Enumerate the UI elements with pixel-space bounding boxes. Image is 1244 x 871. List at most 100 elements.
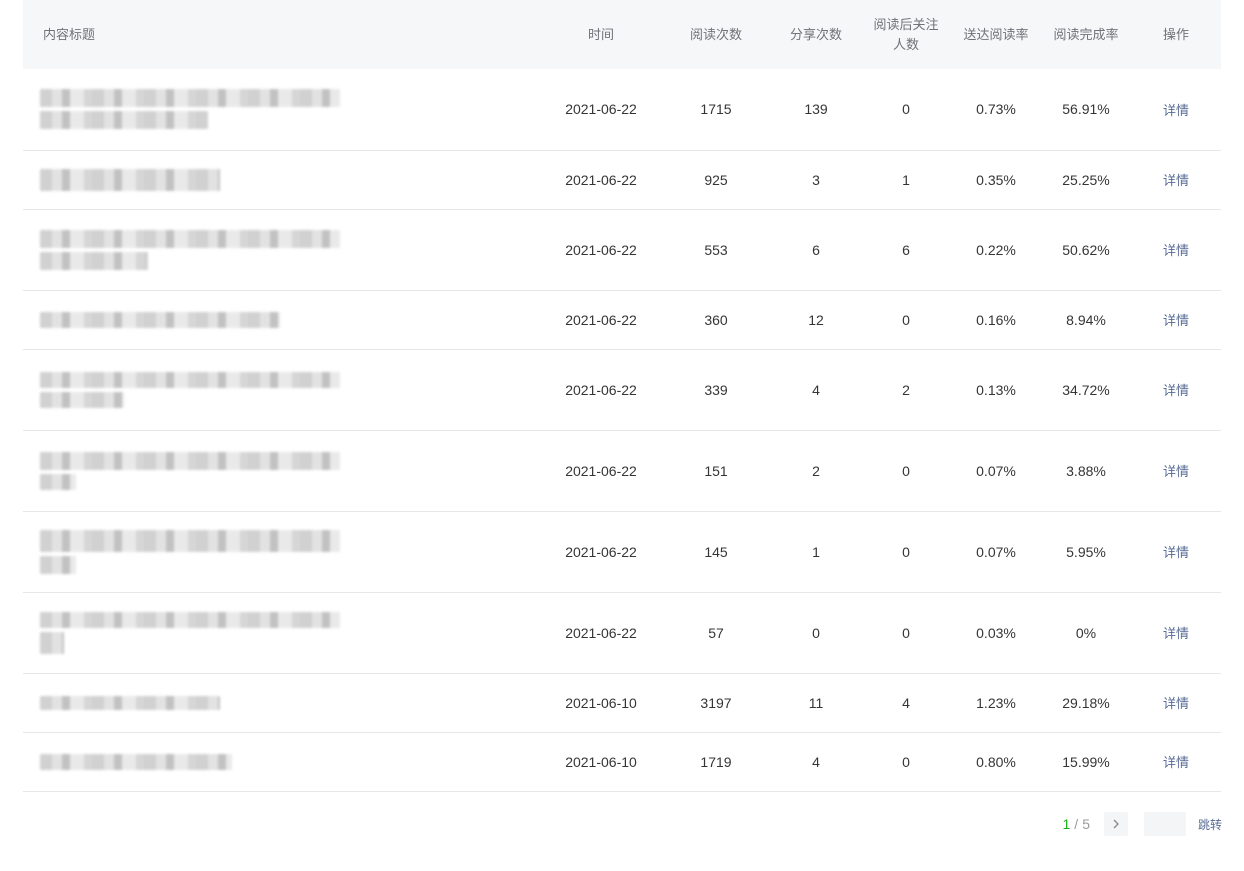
blurred-title-cell <box>23 209 541 291</box>
cell-action: 详情 <box>1131 349 1221 431</box>
blurred-title <box>40 611 541 654</box>
blurred-title-cell <box>23 511 541 593</box>
table-row: 2021-06-22 145 1 0 0.07% 5.95% 详情 <box>23 511 1221 593</box>
table-row: 2021-06-22 925 3 1 0.35% 25.25% 详情 <box>23 150 1221 210</box>
blurred-title <box>40 311 541 328</box>
cell-shares: 1 <box>771 511 861 593</box>
detail-link[interactable]: 详情 <box>1163 313 1189 328</box>
header-follows-line1: 阅读后关注 <box>873 16 939 32</box>
blurred-title <box>40 229 541 270</box>
cell-action: 详情 <box>1131 430 1221 512</box>
pagination: 1 / 5 跳转 <box>1063 812 1222 836</box>
table-row: 2021-06-22 339 4 2 0.13% 34.72% 详情 <box>23 349 1221 431</box>
cell-action: 详情 <box>1131 209 1221 291</box>
blurred-title-cell <box>23 69 541 151</box>
blurred-title-line <box>40 451 340 470</box>
blurred-title-cell <box>23 290 541 350</box>
cell-completion-rate: 15.99% <box>1041 732 1131 792</box>
cell-reads: 925 <box>661 150 771 210</box>
page-separator: / <box>1074 816 1079 832</box>
cell-action: 详情 <box>1131 673 1221 733</box>
cell-delivery-rate: 0.73% <box>951 69 1041 151</box>
cell-date: 2021-06-10 <box>541 732 661 792</box>
article-stats-table: 内容标题 时间 阅读次数 分享次数 阅读后关注 人数 送达阅读率 阅读完成率 操… <box>23 0 1221 792</box>
blurred-title-cell <box>23 673 541 733</box>
cell-shares: 4 <box>771 349 861 431</box>
blurred-title <box>40 695 541 710</box>
cell-delivery-rate: 1.23% <box>951 673 1041 733</box>
blurred-title-line <box>40 391 124 408</box>
detail-link[interactable]: 详情 <box>1163 696 1189 711</box>
cell-date: 2021-06-22 <box>541 290 661 350</box>
detail-link[interactable]: 详情 <box>1163 755 1189 770</box>
cell-action: 详情 <box>1131 732 1221 792</box>
blurred-title-cell <box>23 150 541 210</box>
cell-follows: 0 <box>861 69 951 151</box>
blurred-title <box>40 451 541 490</box>
table-row: 2021-06-22 360 12 0 0.16% 8.94% 详情 <box>23 290 1221 350</box>
blurred-title <box>40 529 541 574</box>
cell-follows: 1 <box>861 150 951 210</box>
cell-reads: 553 <box>661 209 771 291</box>
blurred-title-line <box>40 111 208 130</box>
cell-shares: 3 <box>771 150 861 210</box>
blurred-title <box>40 371 541 408</box>
cell-completion-rate: 8.94% <box>1041 290 1131 350</box>
cell-completion-rate: 3.88% <box>1041 430 1131 512</box>
detail-link[interactable]: 详情 <box>1163 383 1189 398</box>
cell-reads: 1719 <box>661 732 771 792</box>
header-time: 时间 <box>587 26 614 42</box>
header-action: 操作 <box>1162 26 1189 42</box>
header-shares: 分享次数 <box>789 26 842 42</box>
cell-reads: 339 <box>661 349 771 431</box>
cell-delivery-rate: 0.22% <box>951 209 1041 291</box>
next-page-button[interactable] <box>1103 812 1128 836</box>
table-row: 2021-06-22 553 6 6 0.22% 50.62% 详情 <box>23 209 1221 291</box>
detail-link[interactable]: 详情 <box>1163 626 1189 641</box>
cell-completion-rate: 34.72% <box>1041 349 1131 431</box>
cell-shares: 4 <box>771 732 861 792</box>
blurred-title-line <box>40 229 340 248</box>
detail-link[interactable]: 详情 <box>1163 243 1189 258</box>
blurred-title <box>40 753 541 770</box>
blurred-title-line <box>40 473 76 490</box>
jump-button[interactable]: 跳转 <box>1198 816 1222 833</box>
table-header-row: 内容标题 时间 阅读次数 分享次数 阅读后关注 人数 送达阅读率 阅读完成率 操… <box>23 0 1221 69</box>
cell-date: 2021-06-22 <box>541 349 661 431</box>
detail-link[interactable]: 详情 <box>1163 464 1189 479</box>
page-jump-input[interactable] <box>1143 812 1186 836</box>
table-row: 2021-06-22 57 0 0 0.03% 0% 详情 <box>23 592 1221 674</box>
cell-follows: 0 <box>861 290 951 350</box>
blurred-title-line <box>40 695 220 710</box>
cell-shares: 11 <box>771 673 861 733</box>
cell-completion-rate: 0% <box>1041 592 1131 674</box>
blurred-title-line <box>40 611 340 628</box>
blurred-title-cell <box>23 349 541 431</box>
table-row: 2021-06-10 1719 4 0 0.80% 15.99% 详情 <box>23 732 1221 792</box>
detail-link[interactable]: 详情 <box>1163 103 1189 118</box>
cell-action: 详情 <box>1131 511 1221 593</box>
blurred-title-cell <box>23 732 541 792</box>
cell-reads: 360 <box>661 290 771 350</box>
cell-reads: 145 <box>661 511 771 593</box>
cell-shares: 6 <box>771 209 861 291</box>
blurred-title-line <box>40 529 340 552</box>
cell-action: 详情 <box>1131 150 1221 210</box>
cell-reads: 57 <box>661 592 771 674</box>
cell-completion-rate: 50.62% <box>1041 209 1131 291</box>
cell-reads: 1715 <box>661 69 771 151</box>
blurred-title-cell <box>23 592 541 674</box>
cell-date: 2021-06-10 <box>541 673 661 733</box>
header-completion-rate: 阅读完成率 <box>1053 26 1119 42</box>
blurred-title-cell <box>23 430 541 512</box>
cell-follows: 6 <box>861 209 951 291</box>
header-follows: 阅读后关注 人数 <box>861 0 951 69</box>
total-pages: 5 <box>1082 816 1090 832</box>
blurred-title <box>40 168 541 191</box>
detail-link[interactable]: 详情 <box>1163 173 1189 188</box>
cell-delivery-rate: 0.35% <box>951 150 1041 210</box>
detail-link[interactable]: 详情 <box>1163 545 1189 560</box>
cell-follows: 0 <box>861 430 951 512</box>
cell-delivery-rate: 0.07% <box>951 511 1041 593</box>
cell-follows: 4 <box>861 673 951 733</box>
